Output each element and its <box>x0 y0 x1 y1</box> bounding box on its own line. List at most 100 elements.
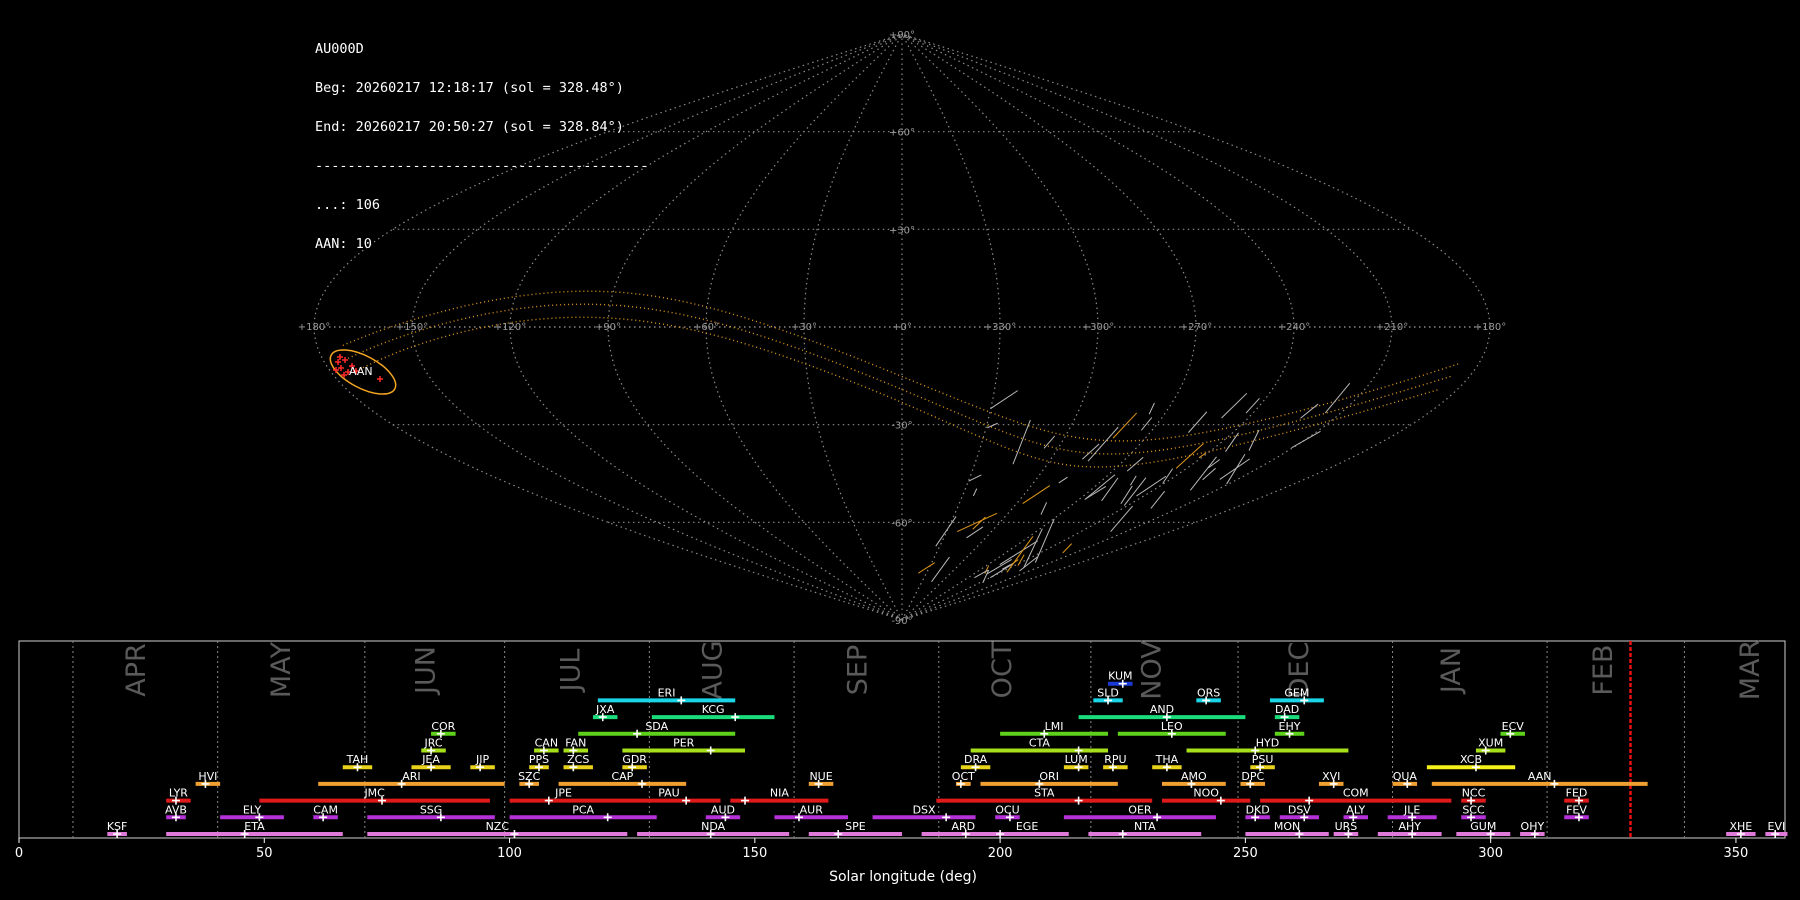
shower-label: XHE <box>1729 820 1752 833</box>
longitude-label: +60° <box>693 322 719 333</box>
shower-label: JPE <box>554 787 572 800</box>
shower-peak-marker <box>1467 796 1476 805</box>
longitude-label: +120° <box>494 322 526 333</box>
meteor-track <box>1062 543 1073 554</box>
shower-peak-marker <box>1104 696 1113 705</box>
shower-label: LMI <box>1045 720 1064 733</box>
meteor-track <box>1175 443 1204 469</box>
shower-peak-marker <box>1187 779 1196 788</box>
shower-label: ETA <box>244 820 265 833</box>
shower-peak-marker <box>1074 796 1083 805</box>
shower-peak-marker <box>539 746 548 755</box>
shower-label: STA <box>1034 787 1055 800</box>
shower-label: NTA <box>1134 820 1156 833</box>
meteor-track <box>1226 454 1246 485</box>
begin-time: Beg: 20260217 12:18:17 (sol = 328.48°) <box>315 80 624 96</box>
shower-peak-marker <box>1216 796 1225 805</box>
meteor-track <box>1248 429 1260 451</box>
meteor-track <box>968 474 982 482</box>
shower-label: HVI <box>198 770 217 783</box>
latitude-label: -30° <box>891 421 912 432</box>
meteor-track <box>1324 382 1351 414</box>
shower-label: XCB <box>1460 753 1482 766</box>
timeline-frame <box>18 640 1786 839</box>
meteor-track <box>1087 426 1119 462</box>
sporadic-count: ...: 106 <box>315 197 381 213</box>
shower-peak-marker <box>682 796 691 805</box>
x-tick-label: 300 <box>1478 846 1503 861</box>
meteor-track <box>931 556 950 583</box>
shower-peak-marker <box>956 779 965 788</box>
shower-label: JEA <box>421 753 440 766</box>
shower-peak-marker <box>1167 729 1176 738</box>
longitude-label: +330° <box>984 322 1016 333</box>
shower-label: GDR <box>622 753 647 766</box>
shower-label: MON <box>1274 820 1300 833</box>
shower-label: ERI <box>658 686 676 699</box>
latitude-label: +30° <box>889 225 915 236</box>
shower-peak-marker <box>706 746 715 755</box>
shower-peak-marker <box>1153 813 1162 822</box>
meteor-track <box>917 562 935 574</box>
shower-peak-marker <box>1574 796 1583 805</box>
meteor-track <box>1187 411 1208 433</box>
shower-peak-marker <box>1486 830 1495 838</box>
shower-peak-marker <box>942 813 951 822</box>
shower-peak-marker <box>427 746 436 755</box>
latitude-label: +90° <box>889 30 915 41</box>
month-label: DEC <box>1284 642 1315 699</box>
shower-label: OCT <box>952 770 975 783</box>
month-label: AUG <box>698 640 729 699</box>
shower-label: QUA <box>1393 770 1418 783</box>
month-label: OCT <box>987 641 1018 698</box>
meteor-track <box>1150 490 1166 509</box>
shower-peak-marker <box>1118 679 1127 688</box>
x-tick-label: 50 <box>256 846 273 861</box>
shower-peak-marker <box>677 696 686 705</box>
shower-label: NDA <box>701 820 726 833</box>
sky-map: AAN +180° +150° +120° +90° +60° +30° +0° +330° +… <box>298 30 1506 627</box>
shower-label: EGE <box>1016 820 1038 833</box>
shower-label: AAN <box>1528 770 1552 783</box>
shower-peak-marker <box>1295 830 1304 838</box>
shower-label: NOO <box>1193 787 1219 800</box>
longitude-label: +180° <box>1474 322 1506 333</box>
shower-peak-marker <box>1035 779 1044 788</box>
meteor-track <box>1012 419 1031 465</box>
meteor-track <box>1058 476 1068 484</box>
meteor-track <box>972 488 978 497</box>
shower-label: THA <box>1155 753 1179 766</box>
shower-peak-marker <box>996 830 1005 838</box>
shower-label: FAN <box>565 737 586 750</box>
shower-peak-marker <box>1408 813 1417 822</box>
meteor-track <box>966 526 984 539</box>
month-labels: APR MAY JUN JUL AUG SEP OCT NOV DEC JAN FEB MAR <box>121 640 1766 701</box>
shower-label: ORI <box>1039 770 1059 783</box>
shower-peak-marker <box>1481 746 1490 755</box>
shower-peak-marker <box>569 746 578 755</box>
meteor-track <box>990 390 1018 410</box>
shower-label: DSX <box>913 803 936 816</box>
meteor-track <box>1225 432 1239 453</box>
longitude-label: +150° <box>396 322 428 333</box>
shower-peak-marker <box>741 796 750 805</box>
shower-peak-marker <box>1251 746 1260 755</box>
shower-peak-marker <box>1344 830 1353 838</box>
shower-label: HYD <box>1256 737 1279 750</box>
shower-peak-marker <box>1736 830 1745 838</box>
shower-peak-marker <box>1467 813 1476 822</box>
ecliptic-band <box>342 290 1460 442</box>
shower-peak-marker <box>436 729 445 738</box>
shower-peak-marker <box>706 830 715 838</box>
shower-peak-marker <box>638 779 647 788</box>
shower-peak-marker <box>1256 763 1265 772</box>
shower-peak-marker <box>525 779 534 788</box>
shower-label: LYR <box>169 787 188 800</box>
shower-bars: KSF ETA NZC NDA SPE ARD EGE NTA MON URS AHY GUM OHY X… <box>107 670 1788 838</box>
shower-label: NUE <box>809 770 832 783</box>
shower-label: JXA <box>595 703 615 716</box>
shower-peak-marker <box>476 763 485 772</box>
x-tick-label: 350 <box>1724 846 1749 861</box>
meteor-track <box>1110 505 1133 532</box>
shower-label: ARD <box>951 820 975 833</box>
